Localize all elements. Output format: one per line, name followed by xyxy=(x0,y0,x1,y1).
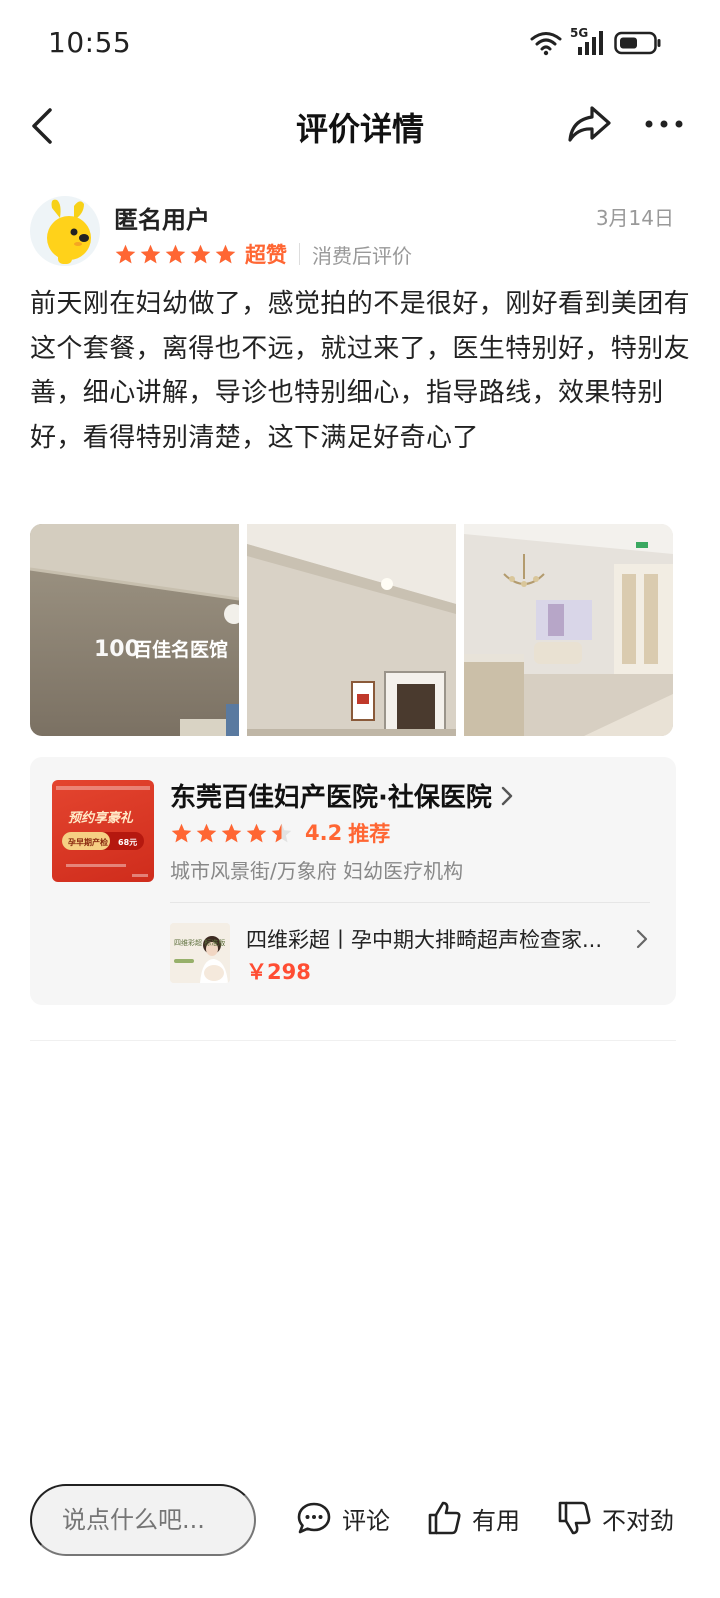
thumb-price: 68元 xyxy=(118,838,137,847)
divider xyxy=(30,1040,676,1041)
star-icon xyxy=(215,244,236,263)
review-text: 前天刚在妇幼做了，感觉拍的不是很好，刚好看到美团有这个套餐，离得也不远，就过来了… xyxy=(30,289,691,453)
star-icon xyxy=(271,823,292,842)
nav-bar: 评价详情 xyxy=(0,86,720,164)
thumb-banner: 预约享豪礼 xyxy=(68,810,134,826)
shop-score: 4.2 xyxy=(305,821,343,845)
signal-icon: 5G xyxy=(570,26,606,57)
review-author: 匿名用户 3月14日 超赞 消费后评价 xyxy=(30,196,690,272)
bottom-action-bar: 评论 有用 不对劲 xyxy=(0,1482,720,1558)
sign-text: 百佳名医馆 xyxy=(133,638,228,661)
review-photo-3[interactable] xyxy=(464,524,673,736)
battery-icon xyxy=(614,31,661,55)
rating-label: 超赞 xyxy=(245,243,287,267)
star-icon xyxy=(140,244,161,263)
review-photos: 100 百佳名医馆 xyxy=(30,524,673,736)
shop-card[interactable]: 预约享豪礼 孕早期产检 68元 东莞百佳妇产医院·社保医院 4.2 推荐 城市风… xyxy=(30,757,676,1005)
shop-name[interactable]: 东莞百佳妇产医院·社保医院 xyxy=(170,777,492,814)
chevron-right-icon[interactable] xyxy=(636,929,648,949)
deal-thumb-text: 四维彩超 标准版 xyxy=(174,938,225,947)
deal-price: ￥298 xyxy=(246,960,311,984)
review-date: 3月14日 xyxy=(595,206,674,230)
comment-button[interactable]: 评论 xyxy=(296,1498,390,1538)
wifi-icon xyxy=(530,32,562,56)
star-icon xyxy=(190,244,211,263)
useful-label: 有用 xyxy=(472,1506,520,1535)
review-source: 消费后评价 xyxy=(312,243,412,268)
report-button[interactable]: 不对劲 xyxy=(556,1498,674,1538)
shop-stars xyxy=(170,822,293,845)
comment-input[interactable] xyxy=(30,1484,256,1556)
star-icon xyxy=(221,823,242,842)
star-icon xyxy=(196,823,217,842)
review-rating: 超赞 消费后评价 xyxy=(114,240,412,268)
deal-thumbnail[interactable]: 四维彩超 标准版 xyxy=(170,923,230,983)
shop-rating: 4.2 推荐 xyxy=(170,819,390,847)
divider xyxy=(299,243,300,265)
chevron-right-icon xyxy=(501,786,513,805)
comment-icon xyxy=(297,1502,331,1534)
avatar[interactable] xyxy=(30,196,100,266)
shop-thumbnail[interactable]: 预约享豪礼 孕早期产检 68元 xyxy=(52,780,154,882)
more-icon[interactable] xyxy=(644,110,684,138)
star-icon xyxy=(171,823,192,842)
star-icon xyxy=(246,823,267,842)
page-title: 评价详情 xyxy=(295,110,424,148)
thumb-item: 孕早期产检 xyxy=(68,837,108,847)
status-time: 10:55 xyxy=(48,26,132,59)
report-label: 不对劲 xyxy=(602,1506,674,1535)
useful-button[interactable]: 有用 xyxy=(426,1498,520,1538)
share-icon[interactable] xyxy=(566,104,612,144)
shop-name-row[interactable]: 东莞百佳妇产医院·社保医院 xyxy=(170,777,514,814)
review-photo-1[interactable]: 100 百佳名医馆 xyxy=(30,524,239,736)
status-bar: 10:55 5G xyxy=(0,0,720,86)
star-icon xyxy=(115,244,136,263)
star-icon xyxy=(165,244,186,263)
thumbs-down-icon xyxy=(558,1501,591,1535)
shop-recommend: 推荐 xyxy=(348,822,391,846)
shop-meta: 城市风景街/万象府 妇幼医疗机构 xyxy=(170,859,464,883)
deal-title[interactable]: 四维彩超丨孕中期大排畸超声检查家... xyxy=(246,924,636,954)
comment-label: 评论 xyxy=(342,1506,390,1535)
review-stars xyxy=(114,243,237,266)
username[interactable]: 匿名用户 xyxy=(114,200,210,235)
thumbs-up-icon xyxy=(428,1501,461,1535)
review-photo-2[interactable] xyxy=(247,524,456,736)
divider xyxy=(170,902,650,903)
status-icons: 5G xyxy=(530,26,662,58)
